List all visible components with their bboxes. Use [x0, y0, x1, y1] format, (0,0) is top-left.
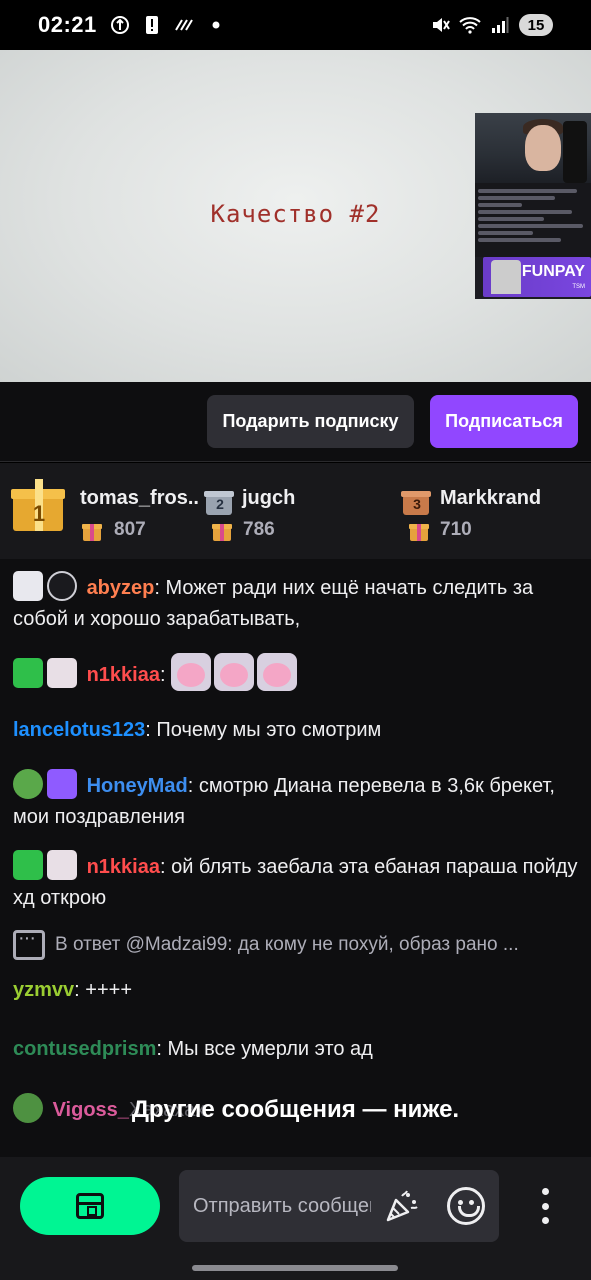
cat-emote-icon [257, 653, 298, 691]
gift-subscription-button[interactable]: Подарить подписку [207, 395, 414, 448]
chat-message[interactable]: lancelotus123: Почему мы это смотрим [13, 715, 578, 746]
chat-username[interactable]: contusedprism [13, 1038, 156, 1060]
sword-badge-icon [13, 658, 43, 688]
system-icons: 15 [429, 14, 553, 36]
bronze-gift-icon: 3 [401, 487, 431, 515]
leaderboard-entry[interactable]: 1 tomas_fros.. 807 [11, 473, 203, 549]
chat-username[interactable]: n1kkiaa [87, 664, 160, 686]
chat-username[interactable]: lancelotus123 [13, 719, 145, 741]
webcam-feed [475, 113, 591, 183]
chat-message[interactable]: HoneyMad: смотрю Диана перевела в 3,6к б… [13, 769, 578, 833]
status-bar: 02:21 15 [0, 0, 591, 50]
chat-username[interactable]: HoneyMad [87, 775, 188, 797]
subscription-actions: Подарить подписку Подписаться [0, 382, 591, 462]
leaderboard-count: 710 [440, 519, 472, 540]
mute-icon [429, 14, 451, 36]
subscribe-button[interactable]: Подписаться [430, 395, 578, 448]
signal-lines-icon [173, 14, 195, 36]
cat-emote-icon [171, 653, 212, 691]
notification-icons [109, 14, 227, 36]
pepe-badge-icon [13, 769, 43, 799]
home-indicator [192, 1265, 398, 1271]
streamer-webcam-overlay: FUNPAY TSM [475, 113, 591, 299]
chat-text: Почему мы это смотрим [156, 719, 382, 741]
leaderboard-count: 786 [243, 519, 275, 540]
chat-username[interactable]: yzmvv [13, 979, 74, 1001]
chat-message[interactable]: abyzep: Может ради них ещё начать следит… [13, 571, 578, 635]
chat-username[interactable]: n1kkiaa [87, 856, 160, 878]
reply-context[interactable]: В ответ @Madzai99: да кому не похуй, обр… [13, 927, 578, 960]
chat-message-input[interactable] [193, 1194, 371, 1218]
more-options-icon[interactable] [535, 1188, 555, 1224]
gold-gift-icon: 1 [11, 479, 65, 531]
mask-badge-icon [47, 571, 77, 601]
chat-message[interactable]: contusedprism: Мы все умерли это ад [13, 1034, 578, 1065]
gift-count-icon [409, 521, 429, 541]
cell-signal-icon [489, 14, 511, 36]
face-shape [525, 125, 561, 171]
chat-message[interactable]: yzmvv: ++++ [13, 975, 578, 1006]
chat-username[interactable]: abyzep [87, 577, 155, 599]
chat-message[interactable]: n1kkiaa: [13, 653, 578, 691]
banner-subtext: TSM [572, 284, 585, 290]
leaderboard-name: tomas_fros.. [80, 487, 199, 509]
cat-badge-icon [47, 850, 77, 880]
banner-character [491, 260, 521, 294]
video-player[interactable]: Качество #2 FUNPAY TSM [0, 50, 591, 382]
gift-count-icon [212, 521, 232, 541]
leaderboard-entry[interactable]: 3 Markkrand 710 [401, 473, 583, 549]
dot-icon [205, 14, 227, 36]
more-messages-below-button[interactable]: Другие сообщения — ниже. [0, 1096, 591, 1124]
sponsor-banner: FUNPAY TSM [483, 257, 591, 297]
alert-icon [141, 14, 163, 36]
chair-shape [563, 121, 587, 183]
cat-badge-icon [47, 658, 77, 688]
emoji-picker-icon[interactable] [447, 1187, 485, 1225]
chat-list[interactable]: abyzep: Может ради них ещё начать следит… [0, 559, 591, 1157]
chat-text: Мы все умерли это ад [167, 1038, 373, 1060]
gift-count-icon [82, 521, 102, 541]
cat-emote-icon [214, 653, 255, 691]
clock: 02:21 [38, 12, 97, 37]
wifi-icon [459, 14, 481, 36]
chat-message[interactable]: n1kkiaa: ой блять заебала эта ебаная пар… [13, 850, 578, 914]
party-popper-icon[interactable] [382, 1186, 422, 1226]
overlay-chat [475, 183, 591, 257]
sword-badge-icon [13, 850, 43, 880]
subscriber-badge-icon [13, 571, 43, 601]
shield-icon [109, 14, 131, 36]
chat-input-bar [0, 1157, 591, 1280]
leaderboard-name: Markkrand [440, 487, 542, 509]
prime-badge-icon [47, 769, 77, 799]
battery-indicator: 15 [519, 14, 553, 36]
reply-text: В ответ @Madzai99: да кому не похуй, обр… [55, 934, 519, 955]
leaderboard-entry[interactable]: 2 jugch 786 [204, 473, 396, 549]
chat-input-container[interactable] [179, 1170, 499, 1242]
leaderboard-count: 807 [114, 519, 146, 540]
banner-logo-text: FUNPAY [521, 263, 585, 280]
reply-icon [13, 927, 45, 960]
gift-leaderboard[interactable]: 1 tomas_fros.. 807 2 jugch 786 3 Markkra… [0, 463, 591, 559]
silver-gift-icon: 2 [204, 487, 234, 515]
chat-text: ++++ [85, 979, 132, 1001]
leaderboard-name: jugch [242, 487, 296, 509]
chest-icon [76, 1193, 104, 1219]
channel-points-button[interactable] [20, 1177, 160, 1235]
